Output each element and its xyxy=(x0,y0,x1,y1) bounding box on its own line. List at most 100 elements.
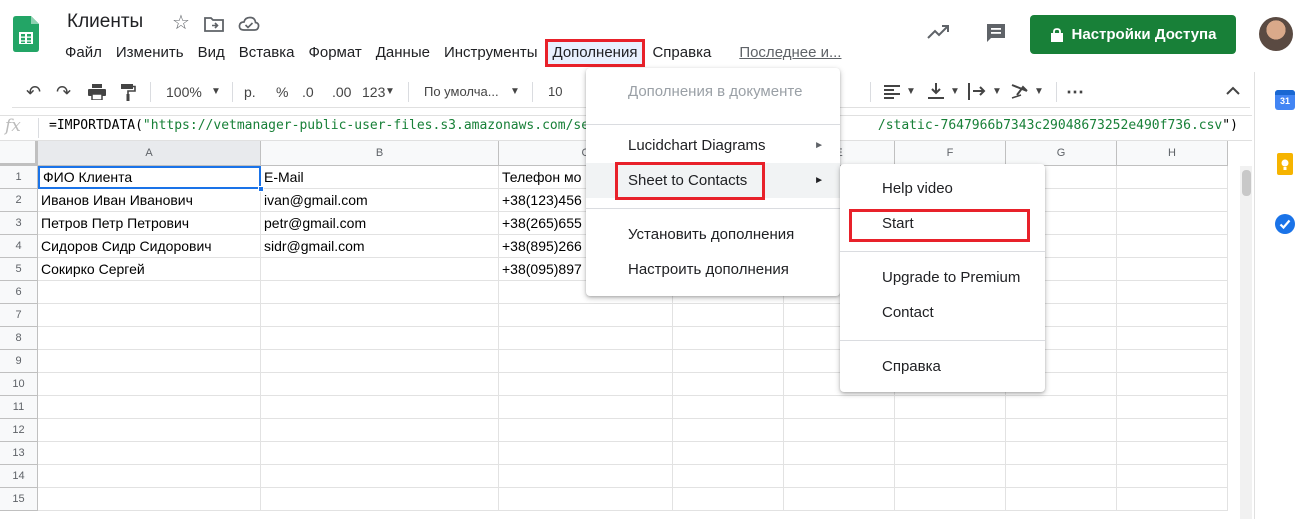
more-tools-button[interactable]: ⋯ xyxy=(1066,80,1084,104)
submenu-item-help-video[interactable]: Help video xyxy=(840,171,1045,206)
scrollbar-thumb[interactable] xyxy=(1242,170,1251,196)
row-header[interactable]: 5 xyxy=(0,258,38,281)
fill-handle[interactable] xyxy=(258,186,264,192)
select-all-corner[interactable] xyxy=(0,141,38,166)
menu-item-install-addons[interactable]: Установить дополнения xyxy=(586,217,840,252)
cell-c10[interactable] xyxy=(499,373,673,396)
cell-a2[interactable]: Иванов Иван Иванович xyxy=(38,189,261,212)
cell-h5[interactable] xyxy=(1117,258,1228,281)
paint-format-icon[interactable] xyxy=(120,83,136,101)
folder-move-icon[interactable] xyxy=(204,15,224,33)
comment-icon[interactable] xyxy=(985,22,1007,44)
keep-icon[interactable] xyxy=(1277,153,1293,175)
cell-e15[interactable] xyxy=(784,488,895,511)
trend-icon[interactable] xyxy=(927,24,951,40)
cloud-saved-icon[interactable] xyxy=(238,16,260,32)
sheets-logo[interactable] xyxy=(13,16,39,52)
cell-h1[interactable] xyxy=(1117,166,1228,189)
cell-h13[interactable] xyxy=(1117,442,1228,465)
column-header-g[interactable]: G xyxy=(1006,141,1117,166)
row-header[interactable]: 4 xyxy=(0,235,38,258)
vertical-scrollbar[interactable] xyxy=(1240,166,1252,519)
cell-a6[interactable] xyxy=(38,281,261,304)
text-wrap-icon[interactable] xyxy=(968,83,986,100)
cell-d7[interactable] xyxy=(673,304,784,327)
row-header[interactable]: 14 xyxy=(0,465,38,488)
column-header-b[interactable]: B xyxy=(261,141,499,166)
submenu-item-contact[interactable]: Contact xyxy=(840,295,1045,330)
document-title[interactable]: Клиенты xyxy=(67,11,143,33)
cell-c8[interactable] xyxy=(499,327,673,350)
cell-c14[interactable] xyxy=(499,465,673,488)
cell-g14[interactable] xyxy=(1006,465,1117,488)
submenu-item-help[interactable]: Справка xyxy=(840,349,1045,384)
cell-f11[interactable] xyxy=(895,396,1006,419)
cell-a15[interactable] xyxy=(38,488,261,511)
menu-help[interactable]: Справка xyxy=(645,42,718,64)
cell-a1[interactable]: ФИО Клиента xyxy=(38,166,261,189)
cell-f13[interactable] xyxy=(895,442,1006,465)
cell-a7[interactable] xyxy=(38,304,261,327)
row-header[interactable]: 6 xyxy=(0,281,38,304)
cell-g13[interactable] xyxy=(1006,442,1117,465)
menu-format[interactable]: Формат xyxy=(301,42,368,64)
cell-b4[interactable]: sidr@gmail.com xyxy=(261,235,499,258)
cell-b8[interactable] xyxy=(261,327,499,350)
cell-a13[interactable] xyxy=(38,442,261,465)
text-rotation-icon[interactable] xyxy=(1010,83,1030,100)
cell-a5[interactable]: Сокирко Сергей xyxy=(38,258,261,281)
row-header[interactable]: 15 xyxy=(0,488,38,511)
cell-d13[interactable] xyxy=(673,442,784,465)
format-percent-button[interactable]: % xyxy=(276,80,288,104)
row-header[interactable]: 12 xyxy=(0,419,38,442)
increase-decimal-button[interactable]: .00 xyxy=(332,80,351,104)
menu-addons[interactable]: Дополнения xyxy=(544,39,646,67)
cell-e11[interactable] xyxy=(784,396,895,419)
menu-edit[interactable]: Изменить xyxy=(109,42,191,64)
menu-item-sheet-to-contacts[interactable]: Sheet to Contacts ► xyxy=(586,163,840,198)
format-currency-button[interactable]: р. xyxy=(244,80,256,104)
cell-f12[interactable] xyxy=(895,419,1006,442)
cell-c13[interactable] xyxy=(499,442,673,465)
cell-b3[interactable]: petr@gmail.com xyxy=(261,212,499,235)
cell-h4[interactable] xyxy=(1117,235,1228,258)
menu-view[interactable]: Вид xyxy=(191,42,232,64)
cell-g15[interactable] xyxy=(1006,488,1117,511)
menu-tools[interactable]: Инструменты xyxy=(437,42,545,64)
cell-f15[interactable] xyxy=(895,488,1006,511)
cell-d12[interactable] xyxy=(673,419,784,442)
redo-icon[interactable]: ↷ xyxy=(56,80,71,104)
menu-item-manage-addons[interactable]: Настроить дополнения xyxy=(586,252,840,287)
cell-b6[interactable] xyxy=(261,281,499,304)
cell-h9[interactable] xyxy=(1117,350,1228,373)
star-icon[interactable]: ☆ xyxy=(172,13,190,33)
avatar[interactable] xyxy=(1259,17,1293,51)
cell-b9[interactable] xyxy=(261,350,499,373)
row-header[interactable]: 11 xyxy=(0,396,38,419)
menu-item-lucidchart[interactable]: Lucidchart Diagrams ► xyxy=(586,128,840,163)
row-header[interactable]: 7 xyxy=(0,304,38,327)
share-button[interactable]: Настройки Доступа xyxy=(1030,15,1236,54)
cell-f14[interactable] xyxy=(895,465,1006,488)
cell-b7[interactable] xyxy=(261,304,499,327)
cell-d14[interactable] xyxy=(673,465,784,488)
row-header[interactable]: 8 xyxy=(0,327,38,350)
submenu-item-start[interactable]: Start xyxy=(840,206,1045,241)
cell-b12[interactable] xyxy=(261,419,499,442)
cell-c12[interactable] xyxy=(499,419,673,442)
cell-d15[interactable] xyxy=(673,488,784,511)
print-icon[interactable] xyxy=(88,84,106,100)
tasks-icon[interactable] xyxy=(1275,214,1295,234)
last-edit-link[interactable]: Последнее и... xyxy=(732,42,848,64)
chevron-down-icon[interactable]: ▼ xyxy=(906,80,916,104)
cell-c9[interactable] xyxy=(499,350,673,373)
font-select[interactable]: По умолча... xyxy=(424,80,499,104)
cell-a12[interactable] xyxy=(38,419,261,442)
cell-a11[interactable] xyxy=(38,396,261,419)
chevron-down-icon[interactable]: ▼ xyxy=(950,80,960,104)
cell-b1[interactable]: E-Mail xyxy=(261,166,499,189)
cell-g12[interactable] xyxy=(1006,419,1117,442)
cell-a3[interactable]: Петров Петр Петрович xyxy=(38,212,261,235)
submenu-item-upgrade[interactable]: Upgrade to Premium xyxy=(840,260,1045,295)
cell-e13[interactable] xyxy=(784,442,895,465)
